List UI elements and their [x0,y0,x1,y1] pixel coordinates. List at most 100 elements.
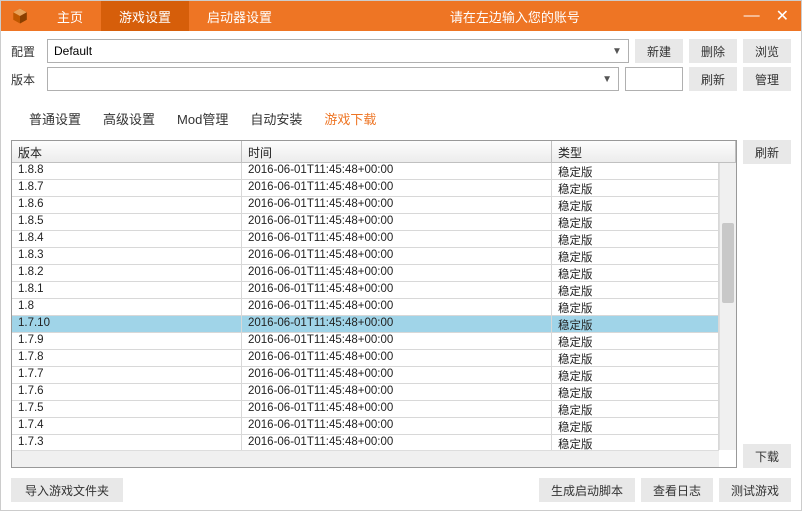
cell-version: 1.8 [12,299,242,315]
config-label: 配置 [11,43,41,60]
th-version[interactable]: 版本 [12,141,242,162]
caret-down-icon: ▼ [612,46,622,57]
table-row[interactable]: 1.7.82016-06-01T11:45:48+00:00稳定版 [12,350,719,367]
inner-tab-0[interactable]: 普通设置 [29,109,81,128]
version-select[interactable]: ▼ [47,67,619,91]
cell-time: 2016-06-01T11:45:48+00:00 [242,299,552,315]
table-row[interactable]: 1.8.62016-06-01T11:45:48+00:00稳定版 [12,197,719,214]
table-row[interactable]: 1.8.32016-06-01T11:45:48+00:00稳定版 [12,248,719,265]
scrollbar-thumb[interactable] [722,223,734,303]
cell-type: 稳定版 [552,350,719,366]
cell-time: 2016-06-01T11:45:48+00:00 [242,163,552,179]
refresh-button[interactable]: 刷新 [689,67,737,91]
view-log-button[interactable]: 查看日志 [641,478,713,502]
cell-version: 1.7.9 [12,333,242,349]
inner-tab-4[interactable]: 游戏下载 [324,109,376,128]
new-button[interactable]: 新建 [635,39,683,63]
table-row[interactable]: 1.7.62016-06-01T11:45:48+00:00稳定版 [12,384,719,401]
cell-version: 1.7.4 [12,418,242,434]
side-actions: 刷新 下载 [743,140,791,468]
cell-time: 2016-06-01T11:45:48+00:00 [242,418,552,434]
cell-type: 稳定版 [552,163,719,179]
delete-button[interactable]: 删除 [689,39,737,63]
browse-button[interactable]: 浏览 [743,39,791,63]
cell-version: 1.7.8 [12,350,242,366]
titlebar-tab-0[interactable]: 主页 [39,1,101,31]
table-row[interactable]: 1.8.22016-06-01T11:45:48+00:00稳定版 [12,265,719,282]
version-label: 版本 [11,71,41,88]
cell-time: 2016-06-01T11:45:48+00:00 [242,248,552,264]
table-row[interactable]: 1.7.42016-06-01T11:45:48+00:00稳定版 [12,418,719,435]
table-row[interactable]: 1.8.42016-06-01T11:45:48+00:00稳定版 [12,231,719,248]
cell-type: 稳定版 [552,180,719,196]
cell-type: 稳定版 [552,384,719,400]
config-select[interactable]: Default ▼ [47,39,629,63]
table-row[interactable]: 1.8.72016-06-01T11:45:48+00:00稳定版 [12,180,719,197]
vertical-scrollbar[interactable] [719,163,736,450]
inner-tab-3[interactable]: 自动安装 [250,109,302,128]
cell-type: 稳定版 [552,214,719,230]
window-controls: — ✕ [740,1,801,31]
table-row[interactable]: 1.7.92016-06-01T11:45:48+00:00稳定版 [12,333,719,350]
horizontal-scrollbar[interactable] [12,450,719,467]
table-body: 1.8.82016-06-01T11:45:48+00:00稳定版1.8.720… [12,163,736,467]
titlebar-tab-1[interactable]: 游戏设置 [101,1,189,31]
inner-tabs: 普通设置 高级设置 Mod管理 自动安装 游戏下载 [1,95,801,136]
config-row: 配置 Default ▼ 新建 删除 浏览 [1,31,801,67]
app-logo-icon [1,1,39,31]
cell-type: 稳定版 [552,231,719,247]
cell-version: 1.7.10 [12,316,242,332]
content-area: 版本 时间 类型 1.8.82016-06-01T11:45:48+00:00稳… [1,136,801,468]
test-game-button[interactable]: 测试游戏 [719,478,791,502]
table-row[interactable]: 1.8.82016-06-01T11:45:48+00:00稳定版 [12,163,719,180]
cell-time: 2016-06-01T11:45:48+00:00 [242,350,552,366]
cell-version: 1.7.5 [12,401,242,417]
minimize-button[interactable]: — [740,7,764,25]
table-header: 版本 时间 类型 [12,141,736,163]
titlebar-tab-2[interactable]: 启动器设置 [189,1,290,31]
th-type[interactable]: 类型 [552,141,736,162]
cell-time: 2016-06-01T11:45:48+00:00 [242,265,552,281]
table-row[interactable]: 1.8.12016-06-01T11:45:48+00:00稳定版 [12,282,719,299]
table-row[interactable]: 1.7.52016-06-01T11:45:48+00:00稳定版 [12,401,719,418]
import-folder-button[interactable]: 导入游戏文件夹 [11,478,123,502]
cell-version: 1.8.7 [12,180,242,196]
th-time[interactable]: 时间 [242,141,552,162]
download-button[interactable]: 下载 [743,444,791,468]
titlebar-hint: 请在左边输入您的账号 [290,1,740,31]
footer: 导入游戏文件夹 生成启动脚本 查看日志 测试游戏 [1,468,801,512]
cell-type: 稳定版 [552,299,719,315]
gen-script-button[interactable]: 生成启动脚本 [539,478,635,502]
cell-version: 1.8.5 [12,214,242,230]
cell-type: 稳定版 [552,401,719,417]
cell-type: 稳定版 [552,367,719,383]
cell-time: 2016-06-01T11:45:48+00:00 [242,316,552,332]
cell-version: 1.8.2 [12,265,242,281]
cell-type: 稳定版 [552,197,719,213]
cell-time: 2016-06-01T11:45:48+00:00 [242,435,552,451]
close-button[interactable]: ✕ [772,6,793,26]
cell-time: 2016-06-01T11:45:48+00:00 [242,401,552,417]
inner-tab-2[interactable]: Mod管理 [177,109,228,128]
cell-time: 2016-06-01T11:45:48+00:00 [242,231,552,247]
manage-button[interactable]: 管理 [743,67,791,91]
version-extra-input[interactable] [625,67,683,91]
table-row[interactable]: 1.7.102016-06-01T11:45:48+00:00稳定版 [12,316,719,333]
cell-type: 稳定版 [552,248,719,264]
cell-type: 稳定版 [552,418,719,434]
table-row[interactable]: 1.8.52016-06-01T11:45:48+00:00稳定版 [12,214,719,231]
cell-version: 1.8.6 [12,197,242,213]
table-row[interactable]: 1.7.72016-06-01T11:45:48+00:00稳定版 [12,367,719,384]
inner-tab-1[interactable]: 高级设置 [103,109,155,128]
cell-time: 2016-06-01T11:45:48+00:00 [242,333,552,349]
side-refresh-button[interactable]: 刷新 [743,140,791,164]
cell-type: 稳定版 [552,316,719,332]
cell-version: 1.8.4 [12,231,242,247]
cell-time: 2016-06-01T11:45:48+00:00 [242,180,552,196]
cell-type: 稳定版 [552,282,719,298]
cell-type: 稳定版 [552,333,719,349]
table-row[interactable]: 1.82016-06-01T11:45:48+00:00稳定版 [12,299,719,316]
cell-time: 2016-06-01T11:45:48+00:00 [242,197,552,213]
cell-version: 1.7.7 [12,367,242,383]
cell-version: 1.7.3 [12,435,242,451]
